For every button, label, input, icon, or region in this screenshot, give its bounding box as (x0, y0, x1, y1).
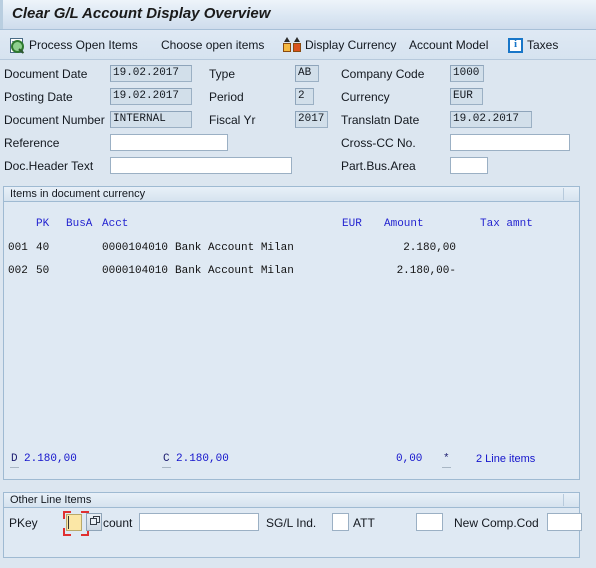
column-header-tax-amnt: Tax amnt (480, 218, 533, 230)
label-reference: Reference (4, 136, 60, 150)
label-document-number: Document Number (4, 113, 105, 127)
toolbar-label-choose-open-items: Choose open items (161, 38, 265, 52)
toolbar-label-account-model: Account Model (409, 38, 489, 52)
field-doc-header-text[interactable] (110, 157, 292, 174)
label-document-date: Document Date (4, 67, 88, 81)
sgl-ind-input[interactable] (332, 513, 349, 531)
toolbar-label-process-open-items: Process Open Items (29, 38, 138, 52)
column-header-acct: Acct (102, 218, 129, 230)
field-fiscal-yr: 2017 (295, 111, 328, 128)
column-header-busa: BusA (66, 218, 93, 230)
line-items-count: 2 Line items (476, 453, 536, 465)
label-currency: Currency (341, 90, 390, 104)
info-icon (508, 37, 523, 53)
items-totals-row: D 2.180,00 C 2.180,00 0,00 * 2 Line item… (4, 452, 579, 472)
toolbar-button-choose-open-items[interactable]: Choose open items (161, 30, 264, 60)
field-reference[interactable] (110, 134, 228, 151)
total-debit-indicator[interactable]: D (10, 452, 19, 468)
column-header-pk: PK (36, 218, 50, 230)
table-row-pk[interactable]: 40 (36, 241, 49, 255)
items-panel-header-divider (563, 188, 578, 200)
label-translatn-date: Translatn Date (341, 113, 420, 127)
toolbar-button-taxes[interactable]: Taxes (508, 30, 558, 60)
att-input[interactable] (416, 513, 443, 531)
total-tax-amount: 0,00 (396, 453, 423, 465)
account-input[interactable] (139, 513, 259, 531)
document-header-form: Document Date Posting Date Document Numb… (0, 61, 596, 184)
label-posting-date: Posting Date (4, 90, 73, 104)
focus-corner-top-left (63, 511, 71, 519)
total-star-indicator[interactable]: * (442, 452, 451, 468)
field-type: AB (295, 65, 319, 82)
label-sgl-ind: SG/L Ind. (266, 516, 317, 530)
label-company-code: Company Code (341, 67, 425, 81)
focus-corner-bottom-left (63, 528, 71, 536)
title-bar-left-edge (0, 0, 3, 29)
label-att: ATT (353, 516, 375, 530)
table-row-text[interactable]: Bank Account Milan (175, 264, 294, 278)
column-header-amount: Amount (384, 218, 424, 230)
label-account: count (103, 516, 133, 530)
items-panel-title: Items in document currency (10, 188, 146, 200)
application-toolbar: Process Open Items Choose open items Dis… (0, 30, 596, 60)
other-line-items-panel: Other Line Items PKey count SG/L Ind. AT… (3, 492, 582, 558)
items-panel-header: Items in document currency (4, 187, 579, 202)
field-translatn-date: 19.02.2017 (450, 111, 532, 128)
total-credit-amount: 2.180,00 (176, 453, 229, 465)
table-row-item-number[interactable]: 002 (8, 264, 28, 278)
toolbar-button-account-model[interactable]: Account Model (409, 30, 488, 60)
table-row-text[interactable]: Bank Account Milan (175, 241, 294, 255)
label-new-comp-code: New Comp.Cod (454, 516, 539, 530)
toolbar-button-display-currency[interactable]: Display Currency (283, 30, 396, 60)
currency-arrows-icon (283, 37, 304, 53)
other-line-items-header: Other Line Items (4, 493, 579, 508)
matchcode-search-help-button[interactable] (86, 513, 102, 531)
new-comp-code-input[interactable] (547, 513, 582, 531)
toolbar-label-display-currency: Display Currency (305, 38, 397, 52)
items-in-document-currency-panel: Items in document currency PK BusA Acct … (3, 186, 580, 480)
label-fiscal-yr: Fiscal Yr (209, 113, 256, 127)
field-currency: EUR (450, 88, 483, 105)
label-period: Period (209, 90, 244, 104)
label-part-bus-area: Part.Bus.Area (341, 159, 416, 173)
table-row-item-number[interactable]: 001 (8, 241, 28, 255)
column-header-eur: EUR (342, 218, 362, 230)
field-period: 2 (295, 88, 314, 105)
table-row-pk[interactable]: 50 (36, 264, 49, 278)
total-credit-indicator[interactable]: C (162, 452, 171, 468)
label-pkey: PKey (9, 516, 38, 530)
label-type: Type (209, 67, 236, 81)
field-document-date: 19.02.2017 (110, 65, 192, 82)
page-title: Clear G/L Account Display Overview (12, 5, 271, 22)
other-line-items-header-divider (563, 494, 578, 506)
field-part-bus-area[interactable] (450, 157, 488, 174)
table-row-amount[interactable]: 2.180,00 (364, 241, 456, 255)
field-cross-cc-no[interactable] (450, 134, 570, 151)
toolbar-label-taxes: Taxes (527, 38, 559, 52)
other-line-items-title: Other Line Items (10, 494, 92, 506)
table-row-acct[interactable]: 0000104010 (102, 264, 168, 278)
items-grid: PK BusA Acct EUR Amount Tax amnt 001 40 … (4, 203, 579, 479)
window-title-bar: Clear G/L Account Display Overview (0, 0, 596, 30)
field-posting-date: 19.02.2017 (110, 88, 192, 105)
table-row-amount[interactable]: 2.180,00- (364, 264, 456, 278)
other-line-items-row: PKey count SG/L Ind. ATT New Comp.Cod (4, 509, 582, 539)
label-doc-header-text: Doc.Header Text (4, 159, 94, 173)
magnifier-document-icon (8, 37, 25, 54)
label-cross-cc-no: Cross-CC No. (341, 136, 416, 150)
field-document-number: INTERNAL (110, 111, 192, 128)
overlapping-squares-icon-back (90, 518, 97, 525)
total-debit-amount: 2.180,00 (24, 453, 77, 465)
table-row-acct[interactable]: 0000104010 (102, 241, 168, 255)
field-company-code: 1000 (450, 65, 484, 82)
toolbar-button-process-open-items[interactable]: Process Open Items (8, 30, 138, 60)
